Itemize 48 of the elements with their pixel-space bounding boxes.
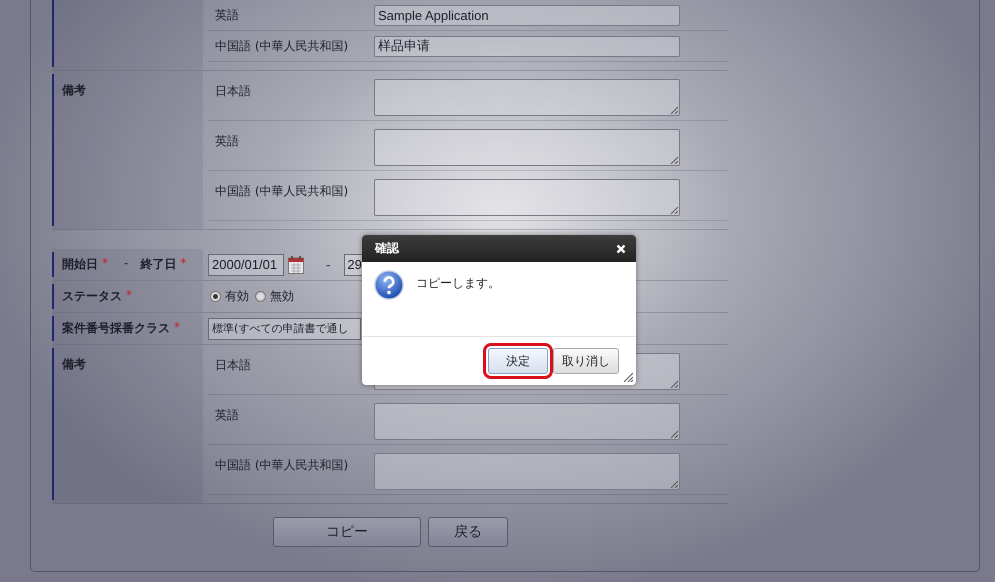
resize-grip-icon[interactable] <box>670 206 678 214</box>
language-label: 英語 <box>214 6 240 24</box>
text-field[interactable]: Sample Application <box>374 4 680 26</box>
calendar-icon[interactable] <box>288 256 304 274</box>
textarea-field[interactable] <box>374 403 680 440</box>
resize-grip-icon[interactable] <box>670 156 678 164</box>
select-field[interactable]: 標準(すべての申請書で通し <box>208 318 361 340</box>
language-label: 英語 <box>214 407 240 424</box>
close-icon[interactable] <box>616 244 626 254</box>
resize-grip-icon[interactable] <box>670 430 678 438</box>
dash-separator: - <box>124 256 128 270</box>
language-label: 中国語 (中華人民共和国) <box>214 183 350 200</box>
date-field[interactable]: 2000/01/01 <box>208 254 284 276</box>
question-icon <box>374 270 404 300</box>
back-button[interactable]: 戻る <box>428 517 508 547</box>
radio-label: 無効 <box>270 288 294 305</box>
resize-grip-icon[interactable] <box>670 106 678 114</box>
field-label: 備考 <box>62 356 86 373</box>
field-label: 備考 <box>62 82 86 99</box>
language-label: 日本語 <box>214 357 252 374</box>
text-field[interactable]: 样品申请 <box>374 36 680 56</box>
radio-label: 有効 <box>225 288 249 305</box>
dialog-message: コピーします。 <box>416 275 500 292</box>
field-label: 開始日 <box>62 256 98 273</box>
language-label: 日本語 <box>214 83 252 100</box>
language-label: 英語 <box>214 133 240 150</box>
radio-button[interactable] <box>255 291 266 302</box>
resize-grip-icon[interactable] <box>623 372 633 382</box>
required-mark: * <box>102 256 108 270</box>
textarea-field[interactable] <box>374 453 680 490</box>
required-mark: * <box>180 256 186 270</box>
language-label: 中国語 (中華人民共和国) <box>214 38 350 54</box>
textarea-field[interactable] <box>374 129 680 166</box>
required-mark: * <box>126 288 132 302</box>
field-label: ステータス <box>62 288 122 305</box>
language-label: 中国語 (中華人民共和国) <box>214 457 350 474</box>
textarea-field[interactable] <box>374 79 680 116</box>
dialog-title: 確認 <box>375 240 399 257</box>
textarea-field[interactable] <box>374 179 680 216</box>
radio-button[interactable] <box>210 291 221 302</box>
copy-button[interactable]: コピー <box>273 517 421 547</box>
required-mark: * <box>174 320 180 334</box>
cancel-button[interactable]: 取り消し <box>553 348 619 374</box>
field-label: 終了日 <box>140 256 176 273</box>
resize-grip-icon[interactable] <box>670 380 678 388</box>
resize-grip-icon[interactable] <box>670 480 678 488</box>
field-label: 案件番号採番クラス <box>62 320 170 337</box>
dash-separator: - <box>326 258 330 272</box>
